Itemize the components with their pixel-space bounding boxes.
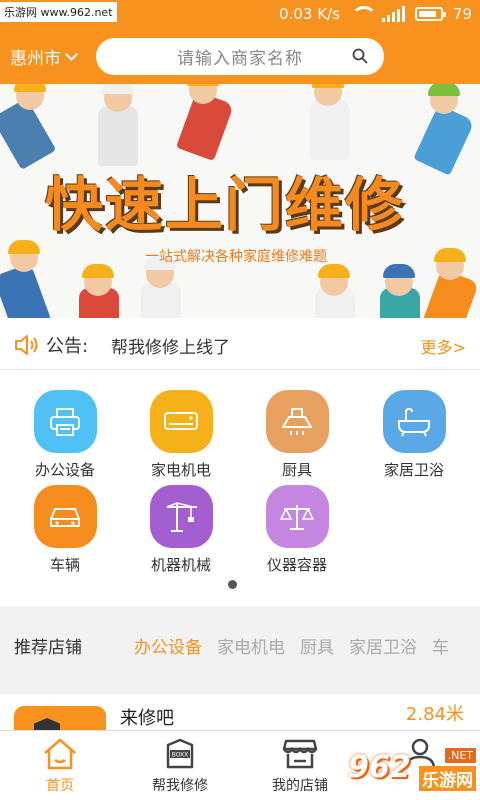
crane-icon xyxy=(149,485,213,548)
worker-illustration xyxy=(0,234,66,318)
worker-illustration xyxy=(310,264,360,318)
signal-icon xyxy=(381,6,405,22)
car-icon xyxy=(33,485,97,548)
battery-level: 79 xyxy=(452,5,472,23)
city-label: 惠州市 xyxy=(10,49,61,69)
shop-distance: 2.84米 xyxy=(405,704,464,725)
city-selector[interactable]: 惠州市 xyxy=(10,44,78,69)
announcement-text: 帮我修修上线了 xyxy=(111,338,230,358)
banner-title: 快速上门维修 xyxy=(45,171,406,239)
header-bar: 惠州市 请输入商家名称 xyxy=(0,30,480,84)
category-label: 机器机械 xyxy=(150,556,211,574)
category-label: 家居卫浴 xyxy=(383,461,444,479)
banner-subtitle: 一站式解决各种家庭维修难题 xyxy=(145,249,327,265)
worker-illustration xyxy=(0,84,60,170)
worker-illustration xyxy=(90,84,150,166)
tab-my-shop[interactable]: 我的店铺 xyxy=(240,731,360,800)
tab-label: 帮我修修 xyxy=(152,778,208,794)
category-machinery[interactable]: 机器机械 xyxy=(121,485,241,575)
category-label: 办公设备 xyxy=(34,461,95,479)
toolbox-icon: BOXX xyxy=(166,738,194,769)
network-speed: 0.03 K/s xyxy=(279,5,340,23)
announcement-bar[interactable]: 公告: 帮我修修上线了 更多> xyxy=(0,318,480,370)
watermark-label: 乐游网 www.962.net xyxy=(0,2,117,22)
battery-icon xyxy=(414,7,446,21)
status-icons: 0.03 K/s 79 xyxy=(279,5,472,23)
promo-banner[interactable]: 快速上门维修 一站式解决各种家庭维修难题 xyxy=(0,84,480,318)
printer-icon xyxy=(33,390,97,453)
status-bar: 乐游网 www.962.net 0.03 K/s 79 xyxy=(0,0,480,30)
category-appliances[interactable]: 家电机电 xyxy=(121,390,241,480)
chevron-down-icon xyxy=(65,47,78,61)
watermark-962: 962 xyxy=(348,750,411,785)
tab-kitchenware[interactable]: 厨具 xyxy=(300,633,334,658)
worker-illustration xyxy=(74,264,124,318)
category-label: 厨具 xyxy=(281,461,312,479)
tab-bathroom[interactable]: 家居卫浴 xyxy=(349,633,417,658)
search-input[interactable]: 请输入商家名称 xyxy=(96,38,384,75)
bathtub-icon xyxy=(382,390,446,453)
scale-icon xyxy=(265,485,329,548)
tab-vehicles[interactable]: 车 xyxy=(432,633,449,658)
shop-logo xyxy=(14,706,106,730)
category-kitchenware[interactable]: 厨具 xyxy=(237,390,357,480)
more-link[interactable]: 更多> xyxy=(421,334,466,358)
page-indicator-dot xyxy=(228,580,237,589)
tab-label: 我的店铺 xyxy=(272,778,328,794)
watermark-net: .NET xyxy=(444,748,476,763)
store-icon xyxy=(282,739,318,769)
announcement-label: 公告: xyxy=(46,336,89,357)
search-placeholder: 请输入商家名称 xyxy=(177,49,303,69)
category-instruments[interactable]: 仪器容器 xyxy=(237,485,357,575)
site-watermark-logo: 962 .NET 乐游网 xyxy=(348,748,476,792)
search-icon[interactable] xyxy=(352,48,368,64)
category-bathroom[interactable]: 家居卫浴 xyxy=(354,390,474,480)
worker-illustration xyxy=(175,84,235,162)
category-grid: 办公设备 家电机电 厨具 家居卫浴 车辆 机器机械 仪器容器 xyxy=(0,370,480,606)
home-icon xyxy=(44,738,76,770)
wifi-icon xyxy=(350,6,377,22)
tab-help-repair[interactable]: BOXX 帮我修修 xyxy=(120,731,240,800)
range-hood-icon xyxy=(265,390,329,453)
tab-office-equipment[interactable]: 办公设备 xyxy=(134,633,202,658)
tab-appliances[interactable]: 家电机电 xyxy=(217,633,285,658)
tab-label: 首页 xyxy=(46,778,74,794)
air-conditioner-icon xyxy=(149,390,213,453)
worker-illustration xyxy=(300,84,360,160)
category-vehicles[interactable]: 车辆 xyxy=(5,485,125,575)
shop-name: 来修吧 xyxy=(120,708,174,729)
category-label: 仪器容器 xyxy=(266,556,327,574)
recommended-shops-header: 推荐店铺 办公设备 家电机电 厨具 家居卫浴 车 xyxy=(0,616,480,672)
worker-illustration xyxy=(375,264,425,318)
tab-home[interactable]: 首页 xyxy=(0,731,120,800)
svg-text:BOXX: BOXX xyxy=(172,752,189,759)
category-office-equipment[interactable]: 办公设备 xyxy=(5,390,125,480)
worker-illustration xyxy=(410,84,480,176)
worker-illustration xyxy=(420,244,480,318)
category-label: 车辆 xyxy=(49,556,80,574)
watermark-cn: 乐游网 xyxy=(419,766,476,791)
category-label: 家电机电 xyxy=(150,461,211,479)
speaker-icon xyxy=(15,335,38,355)
recommended-shops-title: 推荐店铺 xyxy=(14,638,82,658)
shop-card[interactable]: 来修吧 2.84米 xyxy=(0,694,480,730)
recommend-category-tabs: 办公设备 家电机电 厨具 家居卫浴 车 xyxy=(134,633,449,658)
